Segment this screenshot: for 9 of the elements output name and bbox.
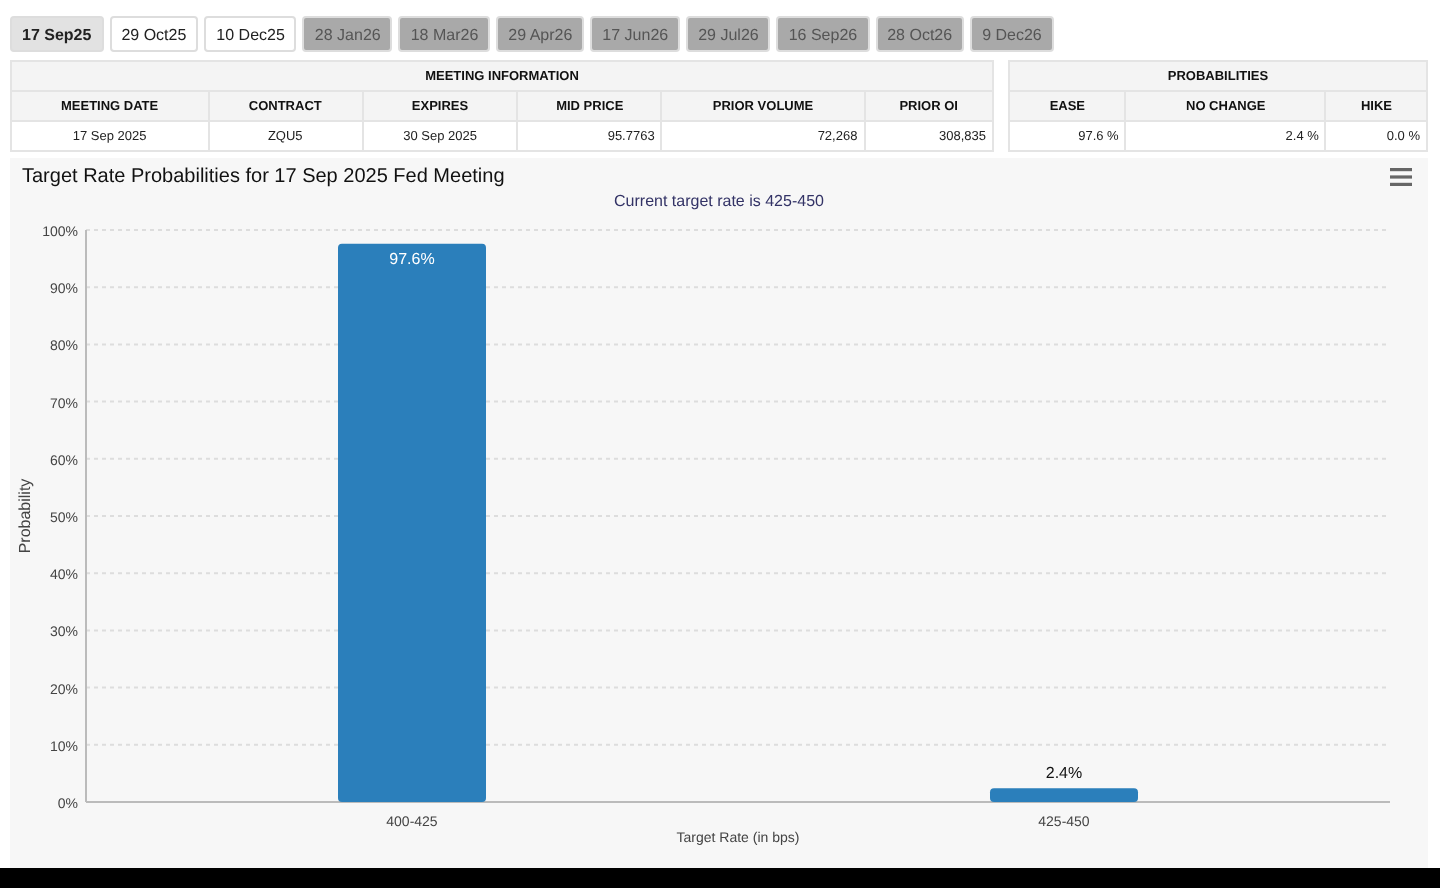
- y-axis-title: Probability: [16, 478, 34, 554]
- date-tab[interactable]: 29 Oct25: [109, 16, 199, 52]
- date-tab[interactable]: 10 Dec25: [204, 16, 297, 52]
- chart-title: Target Rate Probabilities for 17 Sep 2025 Fed Meeting: [22, 166, 505, 188]
- bar-value-label: 97.6%: [389, 249, 435, 268]
- bar-value-label: 2.4%: [1045, 764, 1083, 783]
- menu-icon[interactable]: [1390, 168, 1412, 186]
- date-tab[interactable]: 17 Sep25: [10, 16, 104, 52]
- chart-subtitle: Current target rate is 425-450: [614, 192, 824, 210]
